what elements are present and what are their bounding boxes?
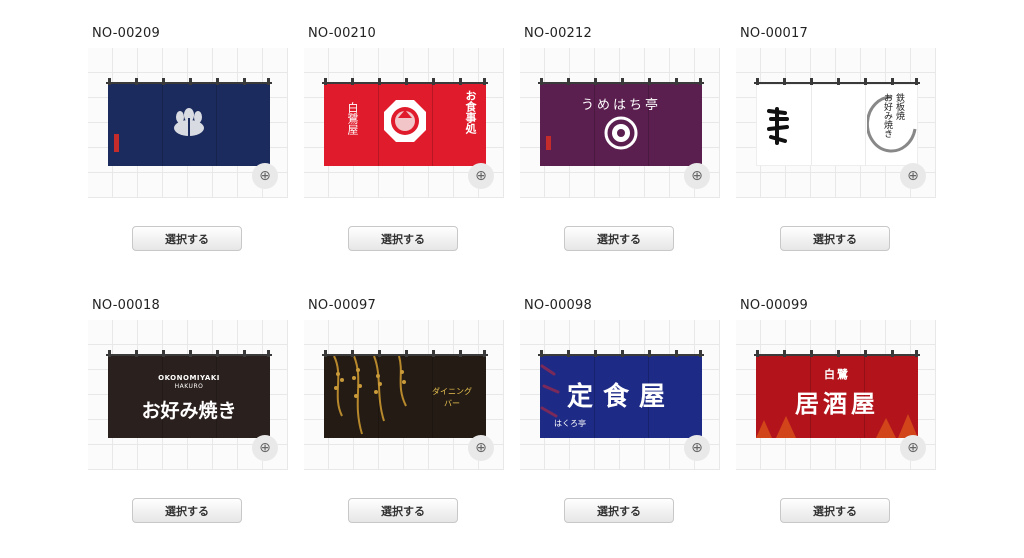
product-code: NO-00099 bbox=[740, 298, 808, 313]
noren-image: ダイニング バー bbox=[324, 356, 486, 438]
noren-text: 白鷺 bbox=[824, 368, 850, 381]
brush-logo-icon bbox=[765, 107, 791, 145]
noren-image: 白鷺屋 お食事処 bbox=[324, 84, 486, 166]
noren-text: 白鷺屋 bbox=[346, 102, 359, 135]
product-thumbnail[interactable]: 定食屋 はくろ亭 ⊕ bbox=[520, 320, 720, 470]
product-code: NO-00097 bbox=[308, 298, 376, 313]
noren-text: OKONOMIYAKI bbox=[158, 374, 220, 382]
product-card: NO-00017 鉄板焼 お好み焼き ⊕ 選択する bbox=[736, 26, 936, 276]
noren-text: はくろ亭 bbox=[554, 419, 586, 428]
zoom-icon[interactable]: ⊕ bbox=[900, 163, 926, 189]
zoom-icon[interactable]: ⊕ bbox=[252, 435, 278, 461]
select-button[interactable]: 選択する bbox=[564, 498, 674, 523]
noren-text: お好み焼き bbox=[882, 93, 892, 138]
zoom-icon[interactable]: ⊕ bbox=[252, 163, 278, 189]
select-button[interactable]: 選択する bbox=[564, 226, 674, 251]
family-crest-icon bbox=[170, 104, 208, 140]
noren-image: OKONOMIYAKI HAKURO お好み焼き bbox=[108, 356, 270, 438]
product-code: NO-00017 bbox=[740, 26, 808, 41]
product-thumbnail[interactable]: 白鷺屋 お食事処 ⊕ bbox=[304, 48, 504, 198]
product-thumbnail[interactable]: OKONOMIYAKI HAKURO お好み焼き ⊕ bbox=[88, 320, 288, 470]
product-thumbnail[interactable]: ダイニング バー ⊕ bbox=[304, 320, 504, 470]
zoom-icon[interactable]: ⊕ bbox=[900, 435, 926, 461]
select-button[interactable]: 選択する bbox=[780, 498, 890, 523]
select-button[interactable]: 選択する bbox=[348, 226, 458, 251]
zoom-icon[interactable]: ⊕ bbox=[468, 435, 494, 461]
product-thumbnail[interactable]: うめはち亭 ⊕ bbox=[520, 48, 720, 198]
product-thumbnail[interactable]: ⊕ bbox=[88, 48, 288, 198]
noren-text: 定食屋 bbox=[566, 382, 675, 412]
noren-text: バー bbox=[444, 399, 460, 408]
noren-grid: NO-00209 ⊕ 選択する NO-00210 白鷺屋 お食事処 ⊕ 選択する… bbox=[0, 0, 1024, 558]
noren-text: 居酒屋 bbox=[795, 389, 879, 418]
product-card: NO-00018 OKONOMIYAKI HAKURO お好み焼き ⊕ 選択する bbox=[88, 298, 288, 548]
product-thumbnail[interactable]: 白鷺 居酒屋 ⊕ bbox=[736, 320, 936, 470]
noren-text: ダイニング bbox=[432, 387, 472, 396]
product-code: NO-00018 bbox=[92, 298, 160, 313]
zoom-icon[interactable]: ⊕ bbox=[684, 435, 710, 461]
product-thumbnail[interactable]: 鉄板焼 お好み焼き ⊕ bbox=[736, 48, 936, 198]
noren-text: お好み焼き bbox=[141, 400, 237, 422]
noren-text: お食事処 bbox=[464, 90, 477, 134]
noren-image: 白鷺 居酒屋 bbox=[756, 356, 918, 438]
select-button[interactable]: 選択する bbox=[348, 498, 458, 523]
product-card: NO-00099 白鷺 居酒屋 ⊕ 選択する bbox=[736, 298, 936, 548]
zoom-icon[interactable]: ⊕ bbox=[468, 163, 494, 189]
zoom-icon[interactable]: ⊕ bbox=[684, 163, 710, 189]
noren-text: うめはち亭 bbox=[580, 98, 661, 113]
plum-crest-icon bbox=[604, 116, 638, 150]
product-card: NO-00210 白鷺屋 お食事処 ⊕ 選択する bbox=[304, 26, 504, 276]
noren-image: うめはち亭 bbox=[540, 84, 702, 166]
product-code: NO-00098 bbox=[524, 298, 592, 313]
octagon-crest-icon bbox=[382, 98, 428, 144]
select-button[interactable]: 選択する bbox=[132, 498, 242, 523]
noren-text: 鉄板焼 bbox=[894, 93, 904, 120]
noren-image: 定食屋 はくろ亭 bbox=[540, 356, 702, 438]
product-code: NO-00210 bbox=[308, 26, 376, 41]
noren-text: HAKURO bbox=[174, 383, 204, 390]
select-button[interactable]: 選択する bbox=[780, 226, 890, 251]
noren-image: 鉄板焼 お好み焼き bbox=[756, 84, 918, 166]
product-card: NO-00212 うめはち亭 ⊕ 選択する bbox=[520, 26, 720, 276]
product-code: NO-00209 bbox=[92, 26, 160, 41]
product-card: NO-00097 ダイニング バー ⊕ 選択する bbox=[304, 298, 504, 548]
wisteria-pattern-icon bbox=[324, 356, 424, 438]
product-card: NO-00209 ⊕ 選択する bbox=[88, 26, 288, 276]
noren-image bbox=[108, 84, 270, 166]
product-code: NO-00212 bbox=[524, 26, 592, 41]
select-button[interactable]: 選択する bbox=[132, 226, 242, 251]
product-card: NO-00098 定食屋 はくろ亭 ⊕ 選択する bbox=[520, 298, 720, 548]
